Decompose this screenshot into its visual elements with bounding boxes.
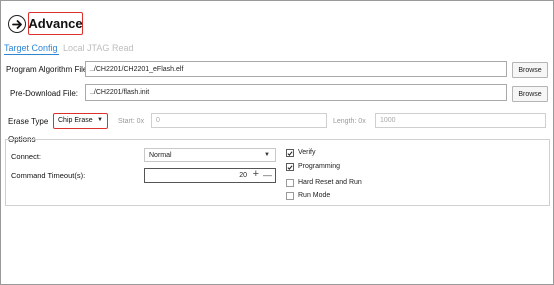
programming-label: Programming [298, 163, 341, 170]
hard-reset-and-run-checkbox[interactable] [286, 179, 294, 187]
verify-checkbox[interactable] [286, 149, 294, 157]
tab-read[interactable]: Read [112, 43, 134, 53]
erase-type-value: Chip Erase [58, 117, 93, 124]
run-mode-label: Run Mode [298, 192, 331, 199]
chevron-down-icon: ▼ [97, 117, 103, 123]
tab-local-jtag[interactable]: Local JTAG [63, 43, 109, 53]
connect-value: Normal [149, 151, 172, 159]
connect-select[interactable]: Normal ▼ [144, 148, 276, 162]
browse-pre-download-button[interactable]: Browse [512, 86, 548, 102]
start-address-field[interactable]: 0 [151, 113, 327, 128]
checkmark-icon [287, 150, 293, 156]
start-label: Start: 0x [118, 118, 145, 125]
pre-download-label: Pre-Download File: [10, 89, 79, 98]
erase-type-select[interactable]: Chip Erase ▼ [53, 113, 108, 129]
programming-checkbox[interactable] [286, 163, 294, 171]
advance-panel: Advance Target Config Local JTAG Read Pr… [0, 0, 554, 285]
browse-program-algorithm-button[interactable]: Browse [512, 62, 548, 78]
arrow-right-circle-icon[interactable] [8, 15, 26, 33]
chevron-down-icon: ▼ [264, 152, 270, 158]
length-field[interactable]: 1000 [375, 113, 546, 128]
timeout-value: 20 [239, 172, 247, 179]
length-label: Length: 0x [333, 118, 366, 125]
program-algorithm-label: Program Algorithm File : [6, 65, 92, 74]
plus-icon[interactable]: + [253, 168, 259, 180]
program-algorithm-field[interactable]: ../CH2201/CH2201_eFlash.elf [85, 61, 507, 77]
checkmark-icon [287, 164, 293, 170]
connect-label: Connect: [11, 152, 42, 161]
active-tab-indicator [4, 54, 59, 55]
run-mode-checkbox[interactable] [286, 192, 294, 200]
page-title: Advance [28, 12, 83, 35]
tab-target-config[interactable]: Target Config [4, 43, 58, 53]
command-timeout-label: Command Timeout(s): [11, 171, 86, 180]
pre-download-field[interactable]: ../CH2201/flash.init [85, 84, 507, 101]
erase-type-label: Erase Type [8, 117, 49, 126]
options-group [5, 139, 550, 206]
minus-icon[interactable]: — [263, 170, 272, 180]
hard-reset-and-run-label: Hard Reset and Run [298, 179, 362, 186]
command-timeout-stepper[interactable]: 20 + — [144, 168, 276, 183]
verify-label: Verify [298, 149, 316, 156]
